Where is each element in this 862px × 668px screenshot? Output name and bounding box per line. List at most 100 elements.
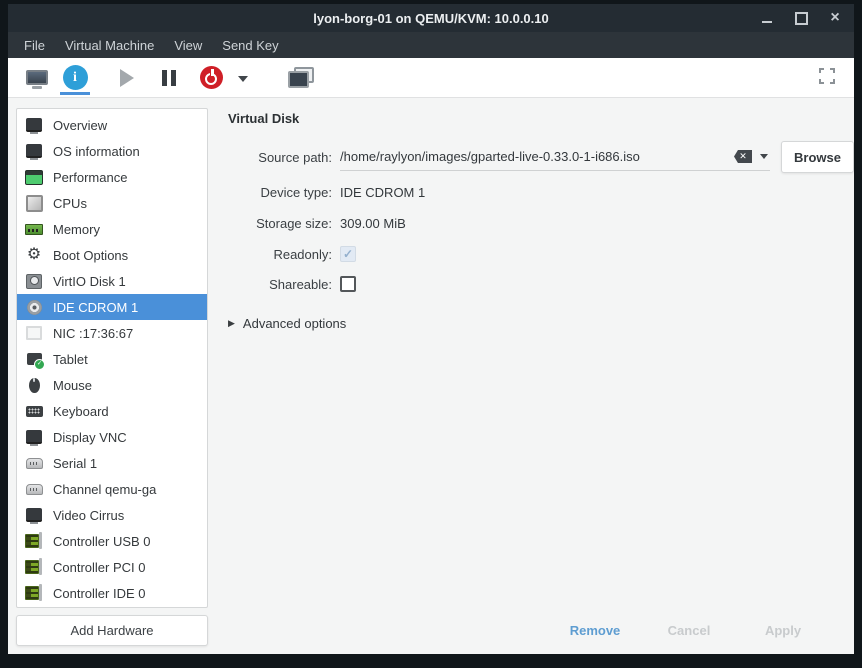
maximize-icon[interactable] <box>792 9 810 27</box>
toolbar: i <box>8 58 854 98</box>
readonly-checkbox: ✓ <box>340 246 356 262</box>
shutdown-menu-button[interactable] <box>230 61 256 95</box>
sidebar-item-keyboard[interactable]: Keyboard <box>17 398 207 424</box>
console-monitor-icon <box>26 70 48 85</box>
sidebar-item-label: Keyboard <box>53 404 109 419</box>
sidebar-item-video-cirrus[interactable]: Video Cirrus <box>17 502 207 528</box>
shutdown-button[interactable] <box>192 61 230 95</box>
advanced-options-expander[interactable]: ▶ Advanced options <box>228 316 854 331</box>
sidebar-item-memory[interactable]: Memory <box>17 216 207 242</box>
monitor-icon <box>25 428 43 446</box>
menu-virtual-machine[interactable]: Virtual Machine <box>55 34 164 57</box>
sidebar-item-label: Controller PCI 0 <box>53 560 145 575</box>
menu-view[interactable]: View <box>164 34 212 57</box>
sidebar-item-label: Mouse <box>53 378 92 393</box>
panel-title: Virtual Disk <box>228 111 854 126</box>
displays-icon <box>288 67 314 88</box>
tablet-icon <box>25 350 43 368</box>
sidebar-item-nic-17-36-67[interactable]: NIC :17:36:67 <box>17 320 207 346</box>
pause-button[interactable] <box>150 61 188 95</box>
monitor-icon <box>25 506 43 524</box>
menu-send-key[interactable]: Send Key <box>212 34 288 57</box>
sidebar-item-label: Video Cirrus <box>53 508 124 523</box>
performance-icon <box>25 168 43 186</box>
sidebar-item-cpus[interactable]: CPUs <box>17 190 207 216</box>
menubar: File Virtual Machine View Send Key <box>8 32 854 58</box>
storage-size-row: Storage size: 309.00 MiB <box>220 212 854 234</box>
fullscreen-icon <box>819 68 835 84</box>
expander-arrow-icon: ▶ <box>228 318 235 329</box>
device-type-label: Device type: <box>220 185 332 200</box>
menu-file[interactable]: File <box>14 34 55 57</box>
sidebar-item-label: Memory <box>53 222 100 237</box>
pci-icon <box>25 532 43 550</box>
cdrom-icon <box>25 298 43 316</box>
console-view-button[interactable] <box>18 61 56 95</box>
sidebar-list: Overview OS information Performance CPUs… <box>16 108 208 608</box>
play-icon <box>120 69 134 87</box>
close-icon[interactable]: × <box>826 9 844 27</box>
shareable-label: Shareable: <box>220 277 332 292</box>
add-hardware-button[interactable]: Add Hardware <box>16 615 208 646</box>
cancel-button[interactable]: Cancel <box>642 615 736 645</box>
sidebar-item-os-information[interactable]: OS information <box>17 138 207 164</box>
sidebar-item-performance[interactable]: Performance <box>17 164 207 190</box>
monitor-icon <box>25 142 43 160</box>
sidebar-item-label: IDE CDROM 1 <box>53 300 138 315</box>
clear-entry-icon[interactable]: ✕ <box>734 150 752 163</box>
remove-button[interactable]: Remove <box>548 615 642 645</box>
source-path-row: Source path: /home/raylyon/images/gparte… <box>220 139 854 175</box>
virtual-disk-panel: Virtual Disk Source path: /home/raylyon/… <box>220 98 854 654</box>
apply-button[interactable]: Apply <box>736 615 830 645</box>
sidebar-item-label: Display VNC <box>53 430 127 445</box>
info-details-icon: i <box>63 65 88 90</box>
source-path-label: Source path: <box>220 150 332 165</box>
serial-icon <box>25 480 43 498</box>
sidebar-item-label: Serial 1 <box>53 456 97 471</box>
sidebar-item-overview[interactable]: Overview <box>17 112 207 138</box>
sidebar-item-serial-1[interactable]: Serial 1 <box>17 450 207 476</box>
sidebar-item-label: Boot Options <box>53 248 128 263</box>
cpu-icon <box>25 194 43 212</box>
fullscreen-button[interactable] <box>818 67 836 85</box>
sidebar-item-label: OS information <box>53 144 140 159</box>
displays-button[interactable] <box>282 61 320 95</box>
sidebar-item-controller-usb-0[interactable]: Controller USB 0 <box>17 528 207 554</box>
sidebar-item-label: Channel qemu-ga <box>53 482 156 497</box>
sidebar-item-mouse[interactable]: Mouse <box>17 372 207 398</box>
sidebar-item-controller-ide-0[interactable]: Controller IDE 0 <box>17 580 207 606</box>
sidebar-item-label: Controller IDE 0 <box>53 586 145 601</box>
sidebar-item-label: CPUs <box>53 196 87 211</box>
entry-dropdown-caret-icon[interactable] <box>760 154 768 159</box>
browse-button[interactable]: Browse <box>781 141 854 173</box>
details-view-button[interactable]: i <box>56 61 94 95</box>
run-button[interactable] <box>108 61 146 95</box>
device-type-value: IDE CDROM 1 <box>340 185 425 200</box>
minimize-icon[interactable] <box>758 9 776 27</box>
source-path-input[interactable]: /home/raylyon/images/gparted-live-0.33.0… <box>340 143 770 171</box>
window: lyon-borg-01 on QEMU/KVM: 10.0.0.10 × Fi… <box>8 4 854 654</box>
shareable-checkbox[interactable] <box>340 276 356 292</box>
window-controls: × <box>758 4 844 32</box>
shutdown-power-icon <box>200 66 223 89</box>
sidebar-item-virtio-disk-1[interactable]: VirtIO Disk 1 <box>17 268 207 294</box>
sidebar-item-channel-qemu-ga[interactable]: Channel qemu-ga <box>17 476 207 502</box>
sidebar-item-label: Tablet <box>53 352 88 367</box>
serial-icon <box>25 454 43 472</box>
readonly-row: Readonly: ✓ <box>220 243 854 265</box>
monitor-icon <box>25 116 43 134</box>
memory-icon <box>25 220 43 238</box>
pci-icon <box>25 558 43 576</box>
content: Overview OS information Performance CPUs… <box>8 98 854 654</box>
sidebar-item-controller-pci-0[interactable]: Controller PCI 0 <box>17 554 207 580</box>
sidebar-item-boot-options[interactable]: ⚙ Boot Options <box>17 242 207 268</box>
source-path-value: /home/raylyon/images/gparted-live-0.33.0… <box>340 149 734 164</box>
virt-manager-vm-window: lyon-borg-01 on QEMU/KVM: 10.0.0.10 × Fi… <box>0 0 862 668</box>
sidebar-item-tablet[interactable]: Tablet <box>17 346 207 372</box>
readonly-label: Readonly: <box>220 247 332 262</box>
pci-icon <box>25 584 43 602</box>
sidebar-item-ide-cdrom-1[interactable]: IDE CDROM 1 <box>17 294 207 320</box>
sidebar-item-label: Controller USB 0 <box>53 534 151 549</box>
sidebar-item-display-vnc[interactable]: Display VNC <box>17 424 207 450</box>
storage-size-value: 309.00 MiB <box>340 216 406 231</box>
